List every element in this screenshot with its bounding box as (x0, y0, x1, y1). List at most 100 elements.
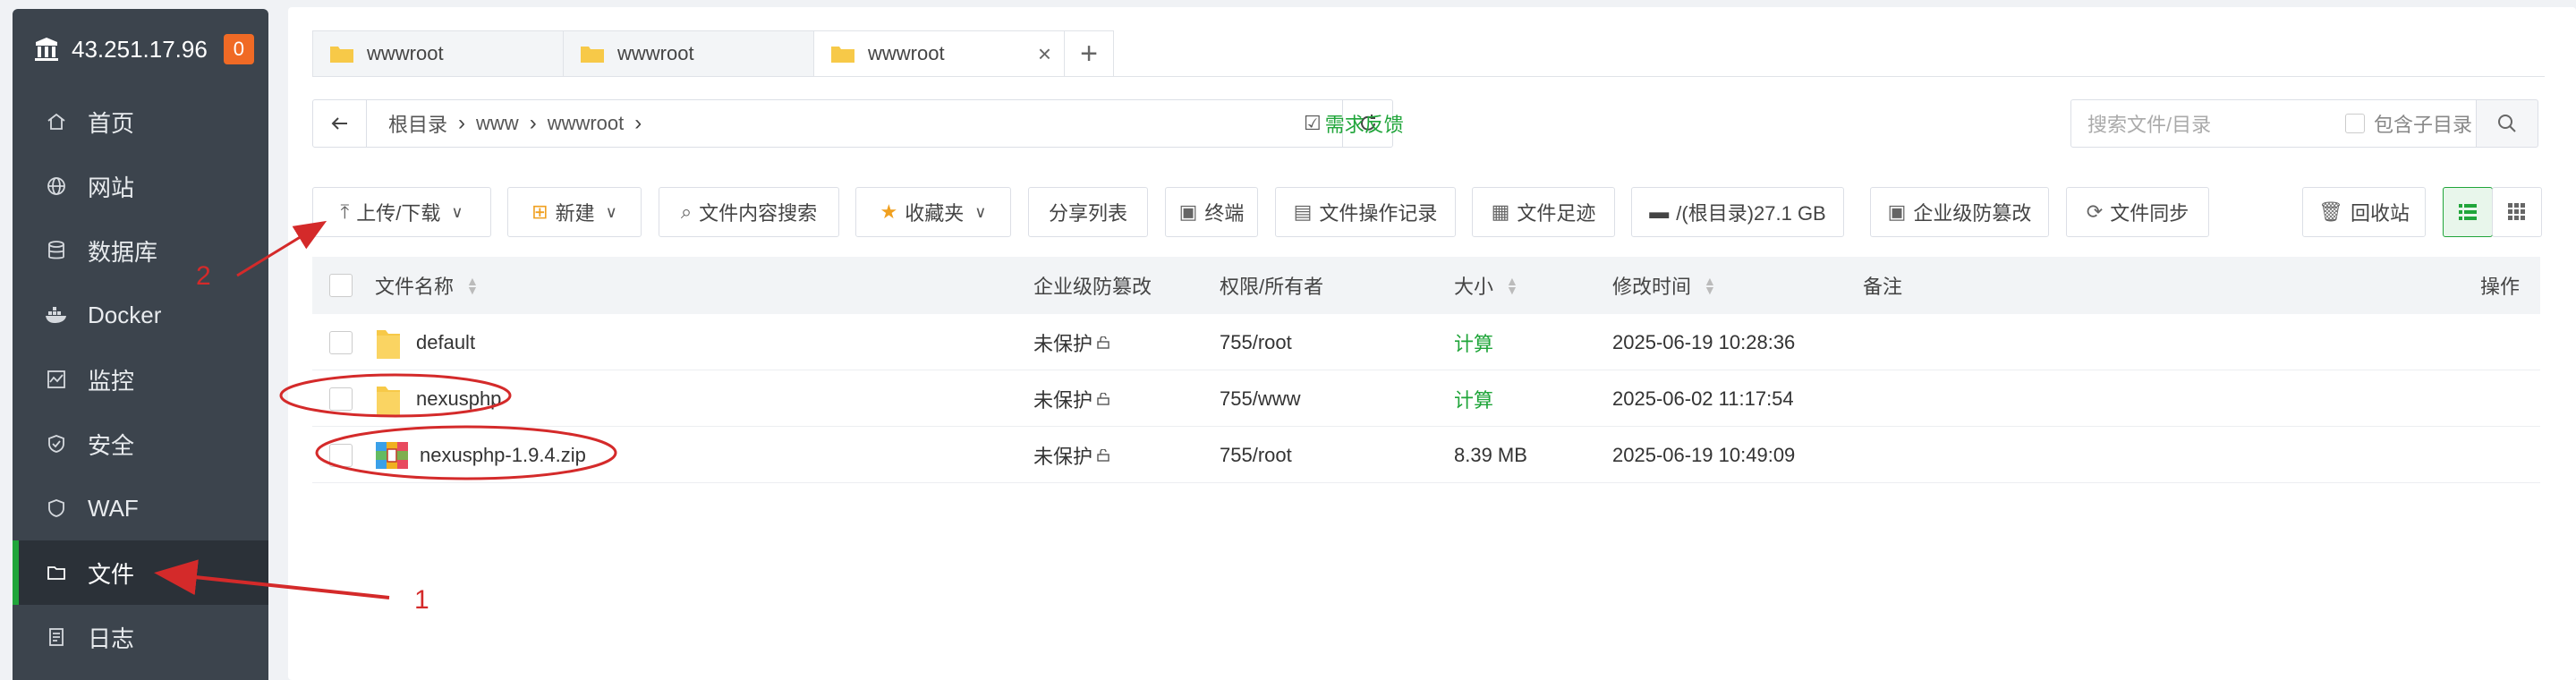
size-calc-link[interactable]: 计算 (1454, 370, 1493, 427)
file-search-input[interactable]: 搜索文件/目录 包含子目录 (2070, 99, 2487, 148)
checkbox[interactable] (2344, 114, 2365, 133)
server-header[interactable]: 43.251.17.96 0 (13, 9, 268, 89)
list-view-button[interactable] (2443, 187, 2493, 237)
tamper-status: 未保护 (1033, 370, 1110, 427)
row-checkbox[interactable] (329, 443, 353, 467)
file-name[interactable]: nexusphp (416, 387, 501, 411)
sidebar-panel: 43.251.17.96 0 首页 网站 数据库 Docker 监控 安全 WA… (13, 9, 268, 680)
folder-icon (581, 47, 604, 63)
grid-view-button[interactable] (2492, 187, 2542, 237)
file-name-cell[interactable]: nexusphp-1.9.4.zip (375, 427, 586, 483)
header-label: 文件名称 (375, 276, 455, 298)
new-button[interactable]: ⊞ 新建 ∨ (507, 187, 642, 237)
mtime-text: 2025-06-19 10:49:09 (1612, 443, 1796, 466)
mtime-cell: 2025-06-02 11:17:54 (1612, 370, 1794, 427)
sidebar-item-waf[interactable]: WAF (13, 476, 268, 540)
folder-icon (45, 561, 68, 584)
header-mtime[interactable]: 修改时间 ▲ ▼ (1612, 257, 1716, 314)
size-calc-link[interactable]: 计算 (1454, 314, 1493, 370)
permission-cell[interactable]: 755/root (1220, 427, 1292, 483)
unlock-icon (1097, 392, 1109, 405)
tab-wwwroot-2[interactable]: wwwroot (563, 30, 813, 77)
file-sync-button[interactable]: ⟳ 文件同步 (2066, 187, 2209, 237)
button-label: /(根目录)27.1 GB (1676, 202, 1826, 225)
table-row[interactable]: nexusphp 未保护 755/www 计算 2025-06-02 11:17… (312, 370, 2540, 427)
tamper-status: 未保护 (1033, 314, 1110, 370)
select-all-checkbox[interactable] (329, 274, 353, 297)
row-checkbox[interactable] (329, 387, 353, 411)
disk-usage-button[interactable]: ▬ /(根目录)27.1 GB (1631, 187, 1844, 237)
crumb-wwwroot[interactable]: wwwroot (548, 112, 625, 135)
star-icon: ★ (880, 200, 898, 223)
table-row[interactable]: nexusphp-1.9.4.zip 未保护 755/root 8.39 MB … (312, 427, 2540, 483)
header-label: 备注 (1863, 276, 1903, 298)
tab-wwwroot-1[interactable]: wwwroot (312, 30, 563, 77)
permission-text: 755/root (1220, 443, 1292, 466)
feedback-link[interactable]: ☑ 需求反馈 (1304, 99, 1404, 148)
sidebar-item-files[interactable]: 文件 (13, 540, 268, 605)
button-label: 终端 (1204, 202, 1245, 225)
close-icon[interactable]: × (1038, 42, 1051, 65)
list-view-icon (2459, 204, 2477, 220)
sidebar-item-label: 数据库 (88, 238, 158, 266)
search-button[interactable] (2476, 99, 2538, 148)
chevron-right-icon: › (458, 111, 466, 135)
tab-wwwroot-3[interactable]: wwwroot × (813, 30, 1064, 77)
header-name[interactable]: 文件名称 ▲ ▼ (375, 257, 479, 314)
row-checkbox[interactable] (329, 330, 353, 354)
upload-icon: ⤒ (340, 200, 350, 223)
terminal-button[interactable]: ▣ 终端 (1165, 187, 1258, 237)
button-label: 文件操作记录 (1319, 202, 1438, 225)
sidebar-item-label: 日志 (88, 625, 135, 652)
sidebar-item-logs[interactable]: 日志 (13, 605, 268, 669)
chevron-down-icon: ∨ (605, 202, 617, 221)
size-text: 计算 (1454, 332, 1494, 355)
terminal-icon: ▣ (1178, 200, 1198, 223)
grid-view-icon (2508, 203, 2525, 220)
tamper-protection-button[interactable]: ▣ 企业级防篡改 (1870, 187, 2049, 237)
upload-download-button[interactable]: ⤒ 上传/下载 ∨ (312, 187, 491, 237)
add-tab-button[interactable]: + (1064, 30, 1114, 77)
server-ip: 43.251.17.96 (72, 35, 208, 63)
recycle-bin-button[interactable]: 🗑 回收站 (2302, 187, 2426, 237)
globe-icon (45, 174, 68, 198)
crumb-root[interactable]: 根目录 (388, 109, 447, 138)
footprint-button[interactable]: ▦ 文件足迹 (1472, 187, 1615, 237)
button-label: 回收站 (2350, 202, 2410, 225)
sidebar-item-database[interactable]: 数据库 (13, 218, 268, 283)
back-button[interactable] (313, 100, 367, 147)
sidebar-item-home[interactable]: 首页 (13, 89, 268, 154)
plus-icon: + (1080, 36, 1098, 71)
include-subdir-checkbox[interactable]: 包含子目录 (2344, 109, 2472, 138)
arrow-left-icon (331, 117, 347, 130)
content-search-button[interactable]: ⌕ 文件内容搜索 (659, 187, 839, 237)
sidebar-item-label: 监控 (88, 367, 135, 395)
disk-icon: ▬ (1649, 200, 1670, 223)
permission-text: 755/www (1220, 387, 1301, 410)
crumb-www[interactable]: www (476, 112, 519, 135)
table-row[interactable]: default 未保护 755/root 计算 2025-06-19 10:28… (312, 314, 2540, 370)
tab-label: wwwroot (617, 42, 694, 64)
header-size[interactable]: 大小 ▲ ▼ (1454, 257, 1518, 314)
operation-log-button[interactable]: ▤ 文件操作记录 (1275, 187, 1456, 237)
sidebar-item-monitor[interactable]: 监控 (13, 347, 268, 412)
permission-cell[interactable]: 755/www (1220, 370, 1300, 427)
feedback-label: 需求反馈 (1324, 114, 1404, 136)
sort-icon: ▲ ▼ (1704, 274, 1716, 297)
file-name[interactable]: default (416, 331, 475, 354)
share-list-button[interactable]: 分享列表 (1028, 187, 1148, 237)
permission-cell[interactable]: 755/root (1220, 314, 1292, 370)
folder-icon (330, 47, 353, 63)
include-subdir-label: 包含子目录 (2373, 114, 2472, 136)
favorites-button[interactable]: ★ 收藏夹 ∨ (855, 187, 1011, 237)
sidebar-item-security[interactable]: 安全 (13, 412, 268, 476)
file-name-cell[interactable]: nexusphp (375, 370, 501, 427)
header-label: 操作 (2480, 276, 2521, 298)
tab-label: wwwroot (367, 42, 444, 64)
sidebar-item-docker[interactable]: Docker (13, 283, 268, 347)
sidebar-item-website[interactable]: 网站 (13, 154, 268, 218)
size-text: 8.39 MB (1454, 443, 1527, 466)
notification-badge[interactable]: 0 (223, 34, 254, 64)
file-name-cell[interactable]: default (375, 314, 475, 370)
file-name[interactable]: nexusphp-1.9.4.zip (420, 444, 586, 467)
